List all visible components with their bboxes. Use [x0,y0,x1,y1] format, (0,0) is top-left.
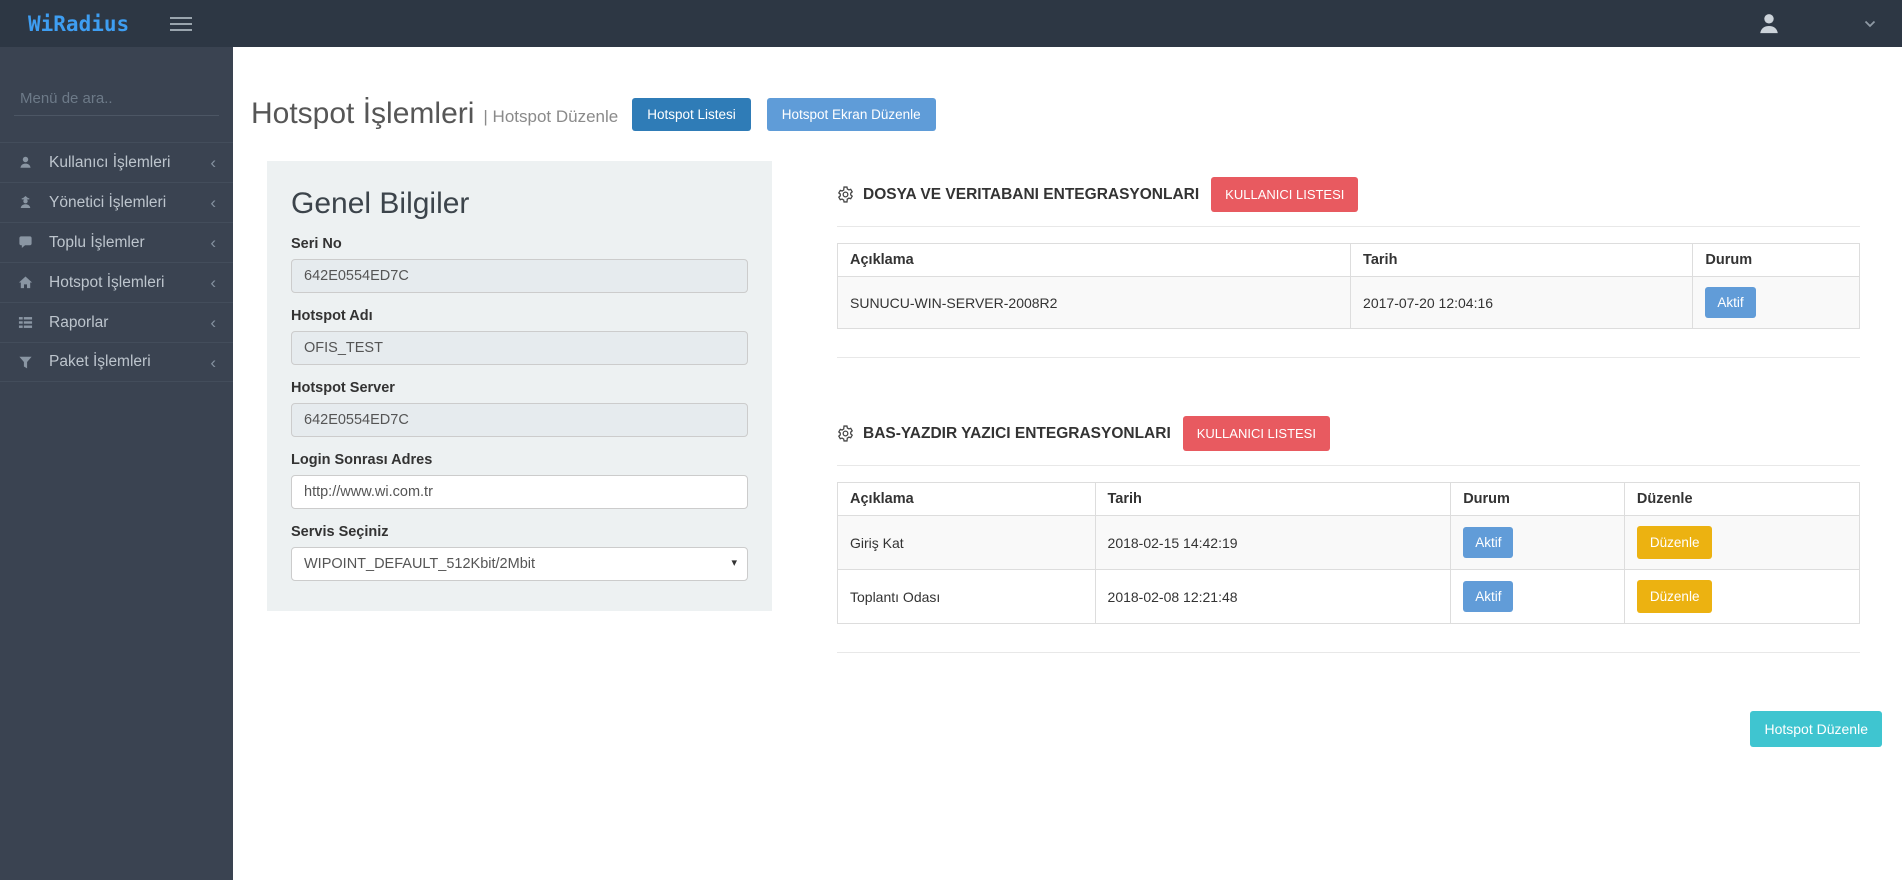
panel-heading: Genel Bilgiler [291,187,748,221]
hotspot-server-label: Hotspot Server [291,380,748,396]
gear-icon [837,186,854,203]
topbar: WiRadius [0,0,1902,47]
column-header: Açıklama [838,244,1351,277]
hotspot-adi-field [291,331,748,365]
page-title: Hotspot İşlemleri [251,97,474,131]
login-sonrasi-adres-field[interactable] [291,475,748,509]
status-aktif-button[interactable]: Aktif [1463,581,1513,612]
user-icon[interactable] [1756,11,1782,37]
status-aktif-button[interactable]: Aktif [1463,527,1513,558]
section-title: BAS-YAZDIR YAZICI ENTEGRASYONLARI [863,425,1171,443]
sidebar-item-label: Raporlar [49,314,108,332]
table-row: Giriş Kat 2018-02-15 14:42:19 Aktif Düze… [838,516,1860,570]
hotspot-screen-edit-button[interactable]: Hotspot Ekran Düzenle [767,98,936,131]
column-header: Durum [1451,483,1625,516]
section-header: BAS-YAZDIR YAZICI ENTEGRASYONLARI KULLAN… [837,416,1860,451]
general-info-panel: Genel Bilgiler Seri No Hotspot Adı Hotsp… [267,161,772,611]
duzenle-button[interactable]: Düzenle [1637,580,1713,613]
section-header: DOSYA VE VERITABANI ENTEGRASYONLARI KULL… [837,177,1860,212]
search-input[interactable] [18,89,221,108]
hotspot-list-button[interactable]: Hotspot Listesi [632,98,751,131]
login-sonrasi-adres-label: Login Sonrası Adres [291,452,748,468]
list-icon [17,315,34,330]
divider [837,465,1860,466]
sidebar-item-label: Yönetici İşlemleri [49,194,166,212]
seri-no-field [291,259,748,293]
aciklama-cell: SUNUCU-WIN-SERVER-2008R2 [838,277,1351,329]
column-header: Açıklama [838,483,1096,516]
sidebar-item-label: Kullanıcı İşlemleri [49,154,170,172]
sidebar-search [14,85,219,116]
table-row: SUNUCU-WIN-SERVER-2008R2 2017-07-20 12:0… [838,277,1860,329]
sidebar-item-kullanici-islemleri[interactable]: Kullanıcı İşlemleri ‹ [0,142,233,182]
kullanici-listesi-button[interactable]: KULLANICI LISTESI [1211,177,1358,212]
brand-logo[interactable]: WiRadius [0,12,170,36]
divider [837,226,1860,227]
sidebar-item-hotspot-islemleri[interactable]: Hotspot İşlemleri ‹ [0,262,233,302]
main-content: Hotspot İşlemleri | Hotspot Düzenle Hots… [233,47,1902,880]
servis-select-wrap: WIPOINT_DEFAULT_512Kbit/2Mbit ▾ [291,547,748,581]
page-header: Hotspot İşlemleri | Hotspot Düzenle Hots… [251,97,1902,131]
home-icon [17,275,34,290]
footer-actions: Hotspot Düzenle [837,711,1882,747]
hotspot-server-field [291,403,748,437]
chevron-left-icon: ‹ [210,274,216,291]
column-header: Durum [1693,244,1860,277]
page-subtitle: | Hotspot Düzenle [483,107,618,127]
integrations-column: DOSYA VE VERITABANI ENTEGRASYONLARI KULL… [837,161,1860,747]
tarih-cell: 2018-02-08 12:21:48 [1095,570,1451,624]
sidebar-menu: Kullanıcı İşlemleri ‹ Yönetici İşlemleri… [0,142,233,382]
sidebar-item-paket-islemleri[interactable]: Paket İşlemleri ‹ [0,342,233,382]
gear-icon [837,425,854,442]
servis-seciniz-label: Servis Seçiniz [291,524,748,540]
table-row: Toplantı Odası 2018-02-08 12:21:48 Aktif… [838,570,1860,624]
sidebar-item-label: Hotspot İşlemleri [49,274,164,292]
duzenle-button[interactable]: Düzenle [1637,526,1713,559]
section-title: DOSYA VE VERITABANI ENTEGRASYONLARI [863,186,1199,204]
tarih-cell: 2018-02-15 14:42:19 [1095,516,1451,570]
chevron-left-icon: ‹ [210,234,216,251]
hotspot-edit-button[interactable]: Hotspot Düzenle [1750,711,1882,747]
topbar-right [1756,11,1902,37]
sidebar-item-raporlar[interactable]: Raporlar ‹ [0,302,233,342]
divider [837,357,1860,358]
kullanici-listesi-button[interactable]: KULLANICI LISTESI [1183,416,1330,451]
comment-icon [17,235,34,250]
tarih-cell: 2017-07-20 12:04:16 [1351,277,1693,329]
hamburger-menu-icon[interactable] [170,13,192,35]
sidebar-item-yonetici-islemleri[interactable]: Yönetici İşlemleri ‹ [0,182,233,222]
hotspot-adi-label: Hotspot Adı [291,308,748,324]
aciklama-cell: Giriş Kat [838,516,1096,570]
divider [837,652,1860,653]
sidebar-item-toplu-islemler[interactable]: Toplu İşlemler ‹ [0,222,233,262]
column-header: Tarih [1351,244,1693,277]
chevron-left-icon: ‹ [210,314,216,331]
bas-yazdir-table: Açıklama Tarih Durum Düzenle Giriş Kat 2… [837,482,1860,624]
sidebar: Kullanıcı İşlemleri ‹ Yönetici İşlemleri… [0,47,233,880]
seri-no-label: Seri No [291,236,748,252]
sidebar-item-label: Paket İşlemleri [49,353,151,371]
status-aktif-button[interactable]: Aktif [1705,287,1755,318]
dosya-veritabani-table: Açıklama Tarih Durum SUNUCU-WIN-SERVER-2… [837,243,1860,329]
filter-icon [17,355,34,370]
dosya-veritabani-section: DOSYA VE VERITABANI ENTEGRASYONLARI KULL… [837,177,1860,358]
chevron-left-icon: ‹ [210,154,216,171]
column-header: Tarih [1095,483,1451,516]
sidebar-item-label: Toplu İşlemler [49,234,145,252]
aciklama-cell: Toplantı Odası [838,570,1096,624]
servis-select[interactable]: WIPOINT_DEFAULT_512Kbit/2Mbit [291,547,748,581]
admin-icon [17,195,34,210]
bas-yazdir-section: BAS-YAZDIR YAZICI ENTEGRASYONLARI KULLAN… [837,416,1860,653]
chevron-down-icon[interactable] [1864,20,1876,28]
chevron-left-icon: ‹ [210,354,216,371]
chevron-left-icon: ‹ [210,194,216,211]
user-icon [17,155,34,170]
column-header: Düzenle [1624,483,1859,516]
